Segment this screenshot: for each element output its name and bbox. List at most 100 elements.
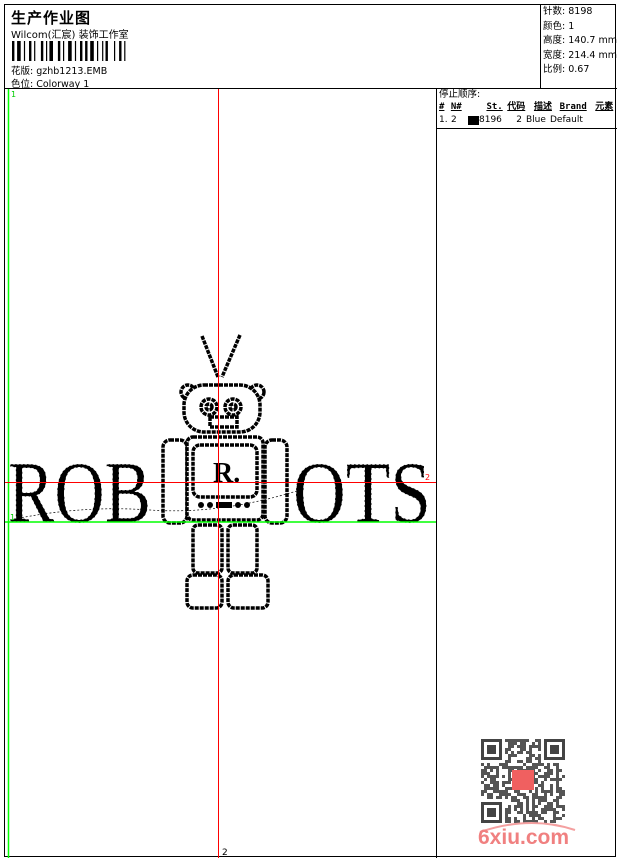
qr-module bbox=[502, 781, 505, 784]
qr-module bbox=[562, 757, 565, 760]
qr-module bbox=[559, 778, 562, 781]
qr-module bbox=[490, 757, 493, 760]
qr-module bbox=[526, 739, 529, 742]
qr-module bbox=[520, 805, 523, 808]
foot-right bbox=[226, 573, 270, 610]
qr-module bbox=[556, 781, 559, 784]
qr-module bbox=[487, 739, 490, 742]
qr-module bbox=[538, 757, 541, 760]
qr-module bbox=[556, 811, 559, 814]
qr-module bbox=[502, 790, 505, 793]
qr-module bbox=[538, 769, 541, 772]
qr-module bbox=[520, 745, 523, 748]
qr-module bbox=[505, 787, 508, 790]
qr-module bbox=[490, 820, 493, 823]
qr-module bbox=[544, 745, 547, 748]
qr-module bbox=[547, 805, 550, 808]
qr-module bbox=[538, 802, 541, 805]
qr-module bbox=[502, 793, 505, 796]
qr-module bbox=[514, 805, 517, 808]
qr-module bbox=[541, 781, 544, 784]
qr-module bbox=[550, 769, 553, 772]
end-marker-bottom: 2 bbox=[222, 848, 228, 858]
qr-module bbox=[541, 775, 544, 778]
qr-module bbox=[520, 811, 523, 814]
qr-module bbox=[556, 778, 559, 781]
qr-module bbox=[562, 739, 565, 742]
qr-module bbox=[511, 745, 514, 748]
qr-module bbox=[547, 772, 550, 775]
qr-module bbox=[550, 748, 553, 751]
qr-module bbox=[535, 763, 538, 766]
qr-module bbox=[547, 739, 550, 742]
qr-module bbox=[562, 808, 565, 811]
qr-module bbox=[562, 790, 565, 793]
qr-module bbox=[481, 808, 484, 811]
qr-module bbox=[490, 793, 493, 796]
qr-module bbox=[484, 769, 487, 772]
qr-module bbox=[502, 775, 505, 778]
qr-module bbox=[490, 808, 493, 811]
qr-module bbox=[514, 817, 517, 820]
qr-module bbox=[529, 814, 532, 817]
qr-module bbox=[520, 793, 523, 796]
qr-module bbox=[514, 820, 517, 823]
qr-module bbox=[520, 760, 523, 763]
qr-module bbox=[496, 784, 499, 787]
qr-module bbox=[481, 754, 484, 757]
qr-module bbox=[550, 790, 553, 793]
qr-module bbox=[508, 817, 511, 820]
leg-left bbox=[191, 523, 224, 575]
qr-module bbox=[562, 775, 565, 778]
qr-module bbox=[505, 781, 508, 784]
qr-module bbox=[514, 739, 517, 742]
qr-module bbox=[499, 742, 502, 745]
qr-module bbox=[493, 757, 496, 760]
qr-module bbox=[499, 748, 502, 751]
qr-module bbox=[499, 739, 502, 742]
qr-module bbox=[535, 766, 538, 769]
qr-module bbox=[556, 751, 559, 754]
qr-module bbox=[508, 754, 511, 757]
screen-letter: R. bbox=[213, 458, 240, 489]
qr-module bbox=[484, 739, 487, 742]
qr-module bbox=[556, 787, 559, 790]
qr-module bbox=[526, 796, 529, 799]
qr-module bbox=[520, 802, 523, 805]
qr-module bbox=[511, 796, 514, 799]
qr-module bbox=[556, 796, 559, 799]
qr-module bbox=[532, 808, 535, 811]
qr-module bbox=[562, 793, 565, 796]
qr-module bbox=[490, 811, 493, 814]
qr-module bbox=[553, 763, 556, 766]
watermark-logo: 6xiu.com bbox=[478, 826, 570, 849]
qr-module bbox=[562, 745, 565, 748]
qr-module bbox=[496, 775, 499, 778]
qr-module bbox=[544, 772, 547, 775]
qr-module bbox=[487, 793, 490, 796]
qr-module bbox=[562, 742, 565, 745]
qr-module bbox=[481, 763, 484, 766]
qr-module bbox=[487, 814, 490, 817]
qr-module bbox=[541, 790, 544, 793]
qr-module bbox=[553, 739, 556, 742]
qr-module bbox=[532, 799, 535, 802]
qr-module bbox=[508, 787, 511, 790]
qr-module bbox=[535, 811, 538, 814]
qr-module bbox=[538, 742, 541, 745]
qr-module bbox=[556, 748, 559, 751]
qr-module bbox=[538, 745, 541, 748]
qr-module bbox=[544, 796, 547, 799]
qr-module bbox=[559, 793, 562, 796]
qr-module bbox=[505, 811, 508, 814]
qr-module bbox=[541, 817, 544, 820]
qr-module bbox=[559, 790, 562, 793]
qr-module bbox=[559, 787, 562, 790]
qr-module bbox=[547, 766, 550, 769]
qr-module bbox=[508, 739, 511, 742]
antenna-right bbox=[220, 334, 242, 378]
arm-right bbox=[263, 438, 289, 525]
qr-module bbox=[487, 757, 490, 760]
qr-module bbox=[532, 745, 535, 748]
qr-module bbox=[508, 808, 511, 811]
